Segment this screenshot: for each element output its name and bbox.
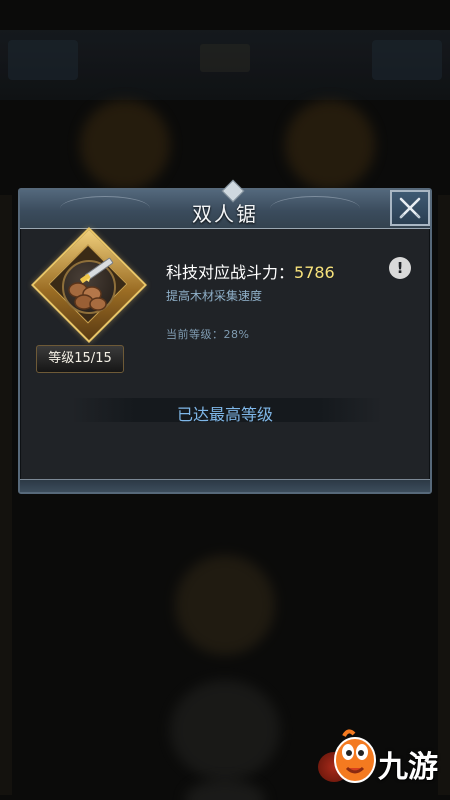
current-level-text: 当前等级：28% (166, 328, 250, 341)
dialog-title: 双人锯 (192, 202, 258, 226)
dialog-header: 双人锯 (20, 179, 430, 229)
max-level-text: 已达最高等级 (176, 405, 273, 424)
combat-power-value: 5786 (294, 263, 335, 282)
jiuyou-mascot-logo (334, 729, 376, 783)
tech-description: 提高木材采集速度 (166, 289, 263, 303)
exclamation-icon[interactable]: ! (389, 257, 411, 279)
close-button[interactable] (390, 190, 430, 226)
watermark-text: 九游 (378, 750, 438, 785)
dialog-footer-band (20, 479, 430, 492)
background-top-bar (0, 30, 450, 100)
close-icon (399, 197, 421, 219)
saw-logs-icon (31, 227, 148, 358)
level-badge: 等级15/15 (36, 345, 124, 373)
combat-power-row: 科技对应战斗力：5786 (166, 259, 335, 283)
combat-power-label: 科技对应战斗力： (166, 263, 295, 282)
